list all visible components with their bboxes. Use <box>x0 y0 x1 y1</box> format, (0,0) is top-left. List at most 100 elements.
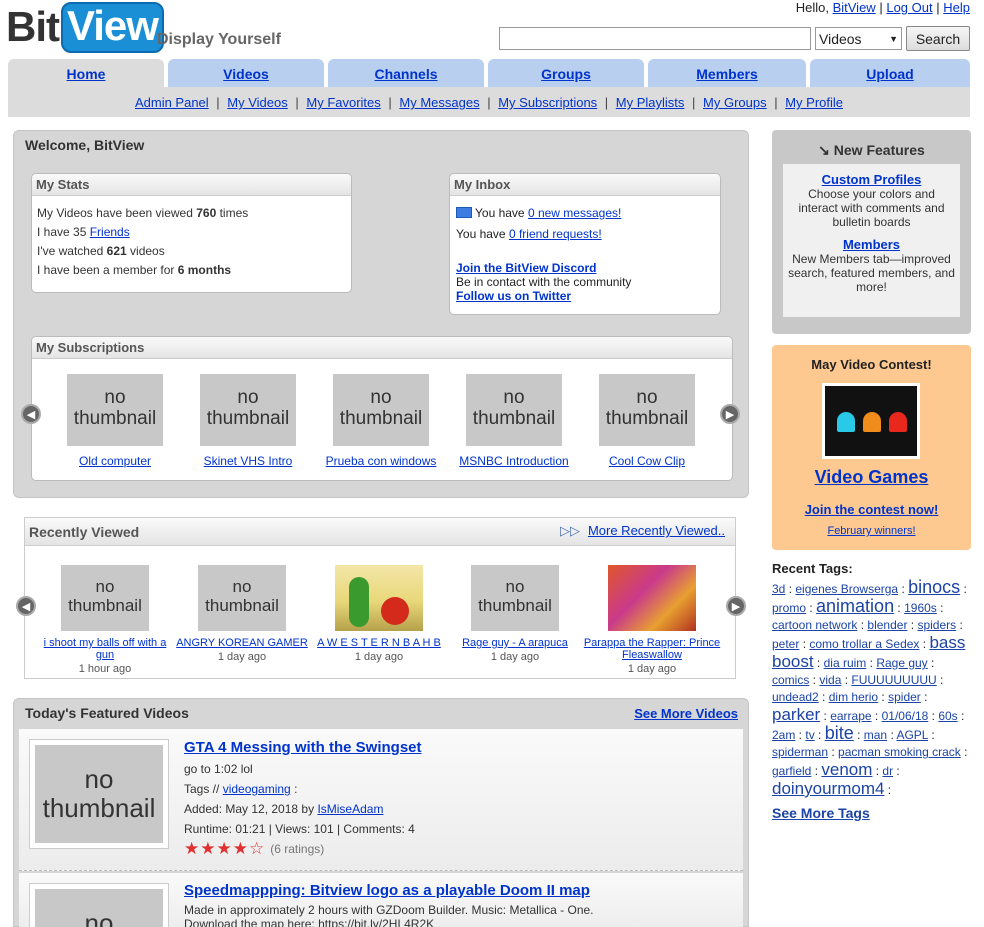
tag-link[interactable]: AGPL <box>896 728 928 742</box>
subnav-my-playlists[interactable]: My Playlists <box>616 95 685 110</box>
february-winners-link[interactable]: February winners! <box>827 525 915 537</box>
subnav-my-subscriptions[interactable]: My Subscriptions <box>498 95 597 110</box>
video-thumbnail[interactable]: no <box>35 889 163 927</box>
scroll-right-arrow-icon[interactable]: ▶ <box>720 404 740 424</box>
subscription-title[interactable]: Skinet VHS Intro <box>172 454 324 468</box>
video-thumbnail[interactable]: no thumbnail <box>599 374 695 446</box>
tag-link[interactable]: FUUUUUUUUU <box>851 673 936 687</box>
tab-members[interactable]: Members <box>648 59 806 87</box>
new-messages-link[interactable]: 0 new messages! <box>528 206 621 220</box>
featured-video-title[interactable]: Speedmappping: Bitview logo as a playabl… <box>184 882 590 899</box>
featured-video-title[interactable]: GTA 4 Messing with the Swingset <box>184 739 422 756</box>
tab-channels[interactable]: Channels <box>328 59 484 87</box>
tag-link[interactable]: blender <box>867 618 907 632</box>
video-thumbnail[interactable]: no thumbnail <box>35 745 163 843</box>
recent-item-title[interactable]: i shoot my balls off with a gun <box>35 637 175 661</box>
video-thumbnail[interactable]: no thumbnail <box>466 374 562 446</box>
author-link[interactable]: IsMiseAdam <box>317 802 383 816</box>
contest-theme-link[interactable]: Video Games <box>815 467 929 487</box>
subnav-my-messages[interactable]: My Messages <box>399 95 479 110</box>
see-more-videos-link[interactable]: See More Videos <box>634 706 738 721</box>
video-thumbnail[interactable]: no thumbnail <box>200 374 296 446</box>
custom-profiles-link[interactable]: Custom Profiles <box>822 172 922 187</box>
tag-link[interactable]: 1960s <box>904 601 937 615</box>
bitview-logo[interactable]: Bit View <box>6 1 164 53</box>
subnav-admin-panel[interactable]: Admin Panel <box>135 95 209 110</box>
discord-link[interactable]: Join the BitView Discord <box>456 261 596 275</box>
featured-thumbnail-frame[interactable]: no thumbnail <box>29 739 169 849</box>
tab-members-label[interactable]: Members <box>696 66 757 82</box>
tag-link[interactable]: 60s <box>938 709 957 723</box>
tag-link[interactable]: animation <box>816 596 894 616</box>
tag-link[interactable]: comics <box>772 673 809 687</box>
search-input[interactable] <box>499 27 811 50</box>
video-thumbnail[interactable]: no thumbnail <box>61 565 149 631</box>
see-more-tags-link[interactable]: See More Tags <box>772 805 870 821</box>
tag-link[interactable]: undead2 <box>772 690 819 704</box>
subnav-my-groups[interactable]: My Groups <box>703 95 767 110</box>
tag-link[interactable]: binocs <box>908 577 960 597</box>
tag-link[interactable]: bite <box>825 723 854 743</box>
recent-item[interactable]: no thumbnail <box>61 565 149 631</box>
tab-upload-label[interactable]: Upload <box>866 66 913 82</box>
tag-link[interactable]: venom <box>821 760 872 779</box>
twitter-link[interactable]: Follow us on Twitter <box>456 289 571 303</box>
subscription-item[interactable]: no thumbnail <box>333 374 429 446</box>
friends-link[interactable]: Friends <box>90 225 130 239</box>
more-recently-viewed[interactable]: ▷▷ More Recently Viewed.. <box>560 523 725 539</box>
tag-link[interactable]: como trollar a Sedex <box>809 637 919 651</box>
video-thumbnail[interactable]: no thumbnail <box>333 374 429 446</box>
tag-link[interactable]: spider <box>888 690 921 704</box>
subscription-item[interactable]: no thumbnail <box>599 374 695 446</box>
tab-videos[interactable]: Videos <box>168 59 324 87</box>
logout-link[interactable]: Log Out <box>886 0 932 15</box>
tag-link[interactable]: spiderman <box>772 745 828 759</box>
recent-item[interactable]: no thumbnail <box>198 565 286 631</box>
tag-link[interactable]: Rage guy <box>876 656 927 670</box>
search-button[interactable]: Search <box>906 26 970 51</box>
subscription-title[interactable]: Cool Cow Clip <box>571 454 723 468</box>
subscription-title[interactable]: Old computer <box>39 454 191 468</box>
recent-item-title[interactable]: A W E S T E R N B A H B <box>309 637 449 649</box>
tag-link[interactable]: peter <box>772 637 799 651</box>
tab-upload[interactable]: Upload <box>810 59 970 87</box>
tab-groups-label[interactable]: Groups <box>541 66 591 82</box>
video-thumbnail-veggietales[interactable] <box>335 565 423 631</box>
scroll-left-arrow-icon[interactable]: ◀ <box>21 404 41 424</box>
tag-link[interactable]: videogaming <box>223 782 291 796</box>
tag-link[interactable]: tv <box>805 728 814 742</box>
subnav-my-profile[interactable]: My Profile <box>785 95 843 110</box>
tag-link[interactable]: earrape <box>830 709 871 723</box>
recent-item-title[interactable]: Parappa the Rapper: Prince Fleaswallow <box>582 637 722 661</box>
recent-item[interactable]: no thumbnail <box>471 565 559 631</box>
contest-image[interactable] <box>822 383 920 459</box>
tag-link[interactable]: parker <box>772 705 820 724</box>
tag-link[interactable]: pacman smoking crack <box>838 745 961 759</box>
tag-link[interactable]: 01/06/18 <box>882 709 929 723</box>
tag-link[interactable]: 2am <box>772 728 795 742</box>
tag-link[interactable]: vida <box>819 673 841 687</box>
subscription-item[interactable]: no thumbnail <box>200 374 296 446</box>
tag-link[interactable]: 3d <box>772 582 785 596</box>
recent-scroll-left-arrow-icon[interactable]: ◀ <box>16 596 36 616</box>
tag-link[interactable]: promo <box>772 601 806 615</box>
members-feature-link[interactable]: Members <box>843 237 900 252</box>
subscription-item[interactable]: no thumbnail <box>67 374 163 446</box>
tab-channels-label[interactable]: Channels <box>374 66 437 82</box>
tab-groups[interactable]: Groups <box>488 59 644 87</box>
video-thumbnail[interactable]: no thumbnail <box>198 565 286 631</box>
subnav-my-favorites[interactable]: My Favorites <box>306 95 380 110</box>
tab-videos-label[interactable]: Videos <box>223 66 269 82</box>
tag-link[interactable]: spiders <box>917 618 956 632</box>
tag-link[interactable]: dia ruim <box>824 656 867 670</box>
tag-link[interactable]: garfield <box>772 764 811 778</box>
search-type-select[interactable]: Videos ▼ <box>815 27 902 50</box>
video-thumbnail[interactable]: no thumbnail <box>471 565 559 631</box>
subnav-my-videos[interactable]: My Videos <box>227 95 287 110</box>
tag-link[interactable]: dim herio <box>829 690 878 704</box>
subscription-title[interactable]: MSNBC Introduction <box>438 454 590 468</box>
video-thumbnail-parappa[interactable] <box>608 565 696 631</box>
tab-home[interactable]: Home <box>8 59 164 87</box>
friend-requests-link[interactable]: 0 friend requests! <box>509 227 602 241</box>
recent-item-title[interactable]: ANGRY KOREAN GAMER <box>172 637 312 649</box>
